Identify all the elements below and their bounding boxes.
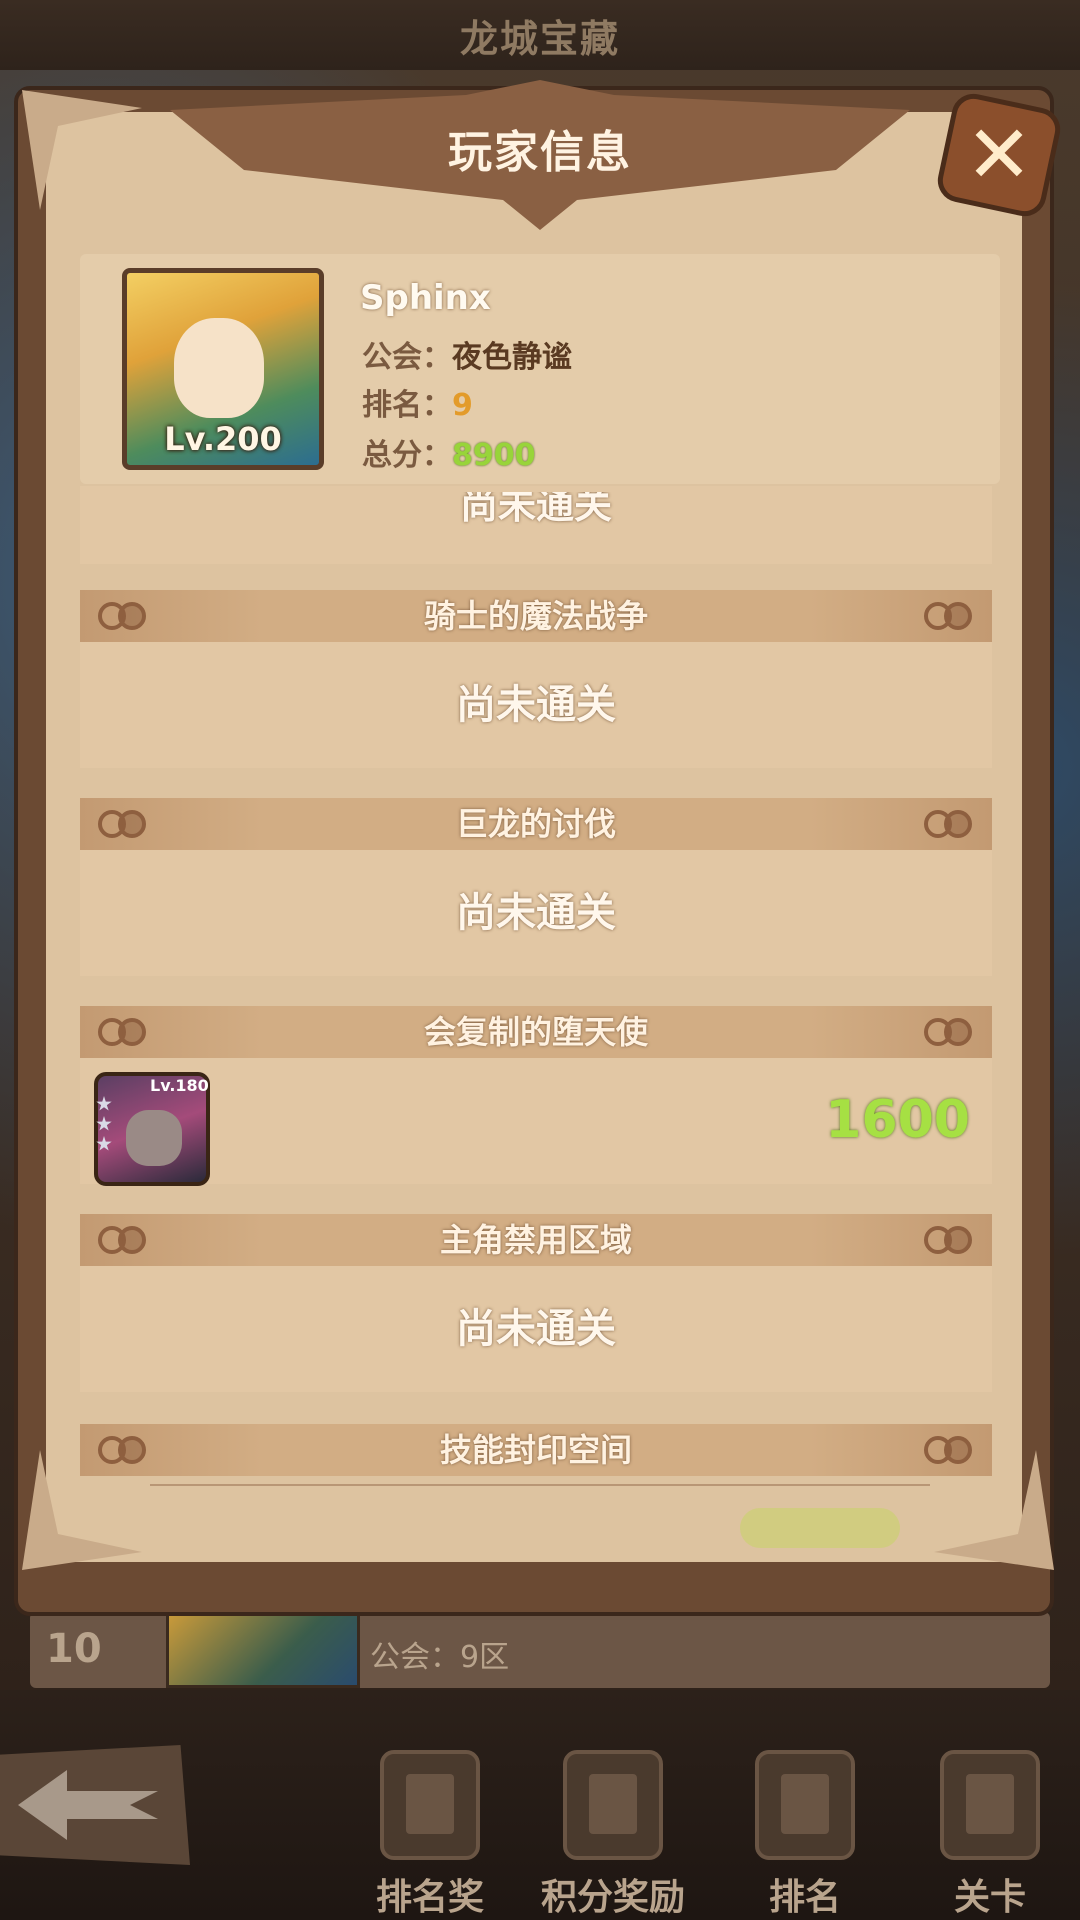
chain-link-icon bbox=[924, 1018, 974, 1046]
stage-header: 巨龙的讨伐 bbox=[80, 798, 992, 850]
chain-link-icon bbox=[924, 602, 974, 630]
avatar-portrait bbox=[174, 318, 264, 418]
rank-label: 排名： bbox=[362, 388, 452, 423]
nav-stages[interactable]: 关卡 bbox=[905, 1750, 1075, 1918]
stage-body: 尚未通关 bbox=[80, 850, 992, 976]
hero-stars bbox=[96, 1096, 116, 1156]
nav-ranking-label: 排名 bbox=[768, 1877, 841, 1918]
nav-points-reward-label: 积分奖励 bbox=[540, 1877, 685, 1918]
stage-title: 技能封印空间 bbox=[439, 1431, 632, 1469]
stage-title: 骑士的魔法战争 bbox=[423, 597, 648, 635]
close-icon[interactable]: ✕ bbox=[944, 100, 1054, 210]
rank-value: 9 bbox=[452, 388, 473, 423]
player-score-row: 总分：8900 bbox=[362, 430, 536, 474]
background-rank-number: 10 bbox=[46, 1626, 102, 1672]
player-rank-row: 排名：9 bbox=[362, 380, 473, 424]
stage-body: 尚未通关 bbox=[80, 1266, 992, 1392]
stage-status: 尚未通关 bbox=[456, 682, 616, 728]
nav-points-reward[interactable]: 积分奖励 bbox=[528, 1750, 698, 1918]
player-level: Lv.200 bbox=[164, 420, 282, 458]
rank-reward-icon bbox=[380, 1750, 480, 1860]
background-row-guild: 公会：9区 bbox=[370, 1640, 510, 1675]
stage-status: 尚未通关 bbox=[456, 1306, 616, 1352]
star-icon bbox=[96, 1136, 112, 1151]
player-name: Sphinx bbox=[360, 278, 491, 318]
stage-title: 主角禁用区域 bbox=[439, 1221, 632, 1259]
stage-status: 尚未通关 bbox=[456, 890, 616, 936]
guild-label: 公会： bbox=[362, 340, 452, 375]
star-icon bbox=[96, 1116, 112, 1131]
modal-title: 玩家信息 bbox=[448, 127, 632, 178]
scroll-divider bbox=[150, 1484, 930, 1486]
nav-ranking[interactable]: 排名 bbox=[720, 1750, 890, 1918]
stage-body: 尚未通关 bbox=[80, 642, 992, 768]
stages-icon bbox=[940, 1750, 1040, 1860]
nav-rank-reward-label: 排名奖 bbox=[375, 1877, 484, 1918]
nav-stages-label: 关卡 bbox=[953, 1877, 1026, 1918]
background-title: 龙城宝藏 bbox=[459, 17, 620, 61]
score-label: 总分： bbox=[362, 438, 452, 473]
stage-title: 会复制的堕天使 bbox=[423, 1013, 648, 1051]
stage-header: 主角禁用区域 bbox=[80, 1214, 992, 1266]
hero-level: Lv.180 bbox=[150, 1076, 209, 1095]
stage-score: 1600 bbox=[825, 1090, 970, 1150]
hero-portrait bbox=[126, 1110, 182, 1166]
stage-header: 技能封印空间 bbox=[80, 1424, 992, 1476]
player-guild-row: 公会：夜色静谧 bbox=[362, 332, 572, 376]
points-reward-icon bbox=[563, 1750, 663, 1860]
background-rank-row: 10 公会：9区 bbox=[30, 1612, 1050, 1688]
chain-link-icon bbox=[924, 1226, 974, 1254]
star-icon bbox=[96, 1096, 112, 1111]
chain-link-icon bbox=[924, 1436, 974, 1464]
guild-value: 夜色静谧 bbox=[452, 340, 572, 375]
stage-title: 巨龙的讨伐 bbox=[455, 805, 616, 843]
chain-link-icon bbox=[924, 810, 974, 838]
stage-header: 骑士的魔法战争 bbox=[80, 590, 992, 642]
nav-rank-reward[interactable]: 排名奖 bbox=[345, 1750, 515, 1918]
score-value: 8900 bbox=[452, 438, 536, 473]
decorative-splash bbox=[740, 1508, 900, 1548]
stage-header: 会复制的堕天使 bbox=[80, 1006, 992, 1058]
background-row-avatar bbox=[166, 1612, 360, 1688]
ranking-icon bbox=[755, 1750, 855, 1860]
